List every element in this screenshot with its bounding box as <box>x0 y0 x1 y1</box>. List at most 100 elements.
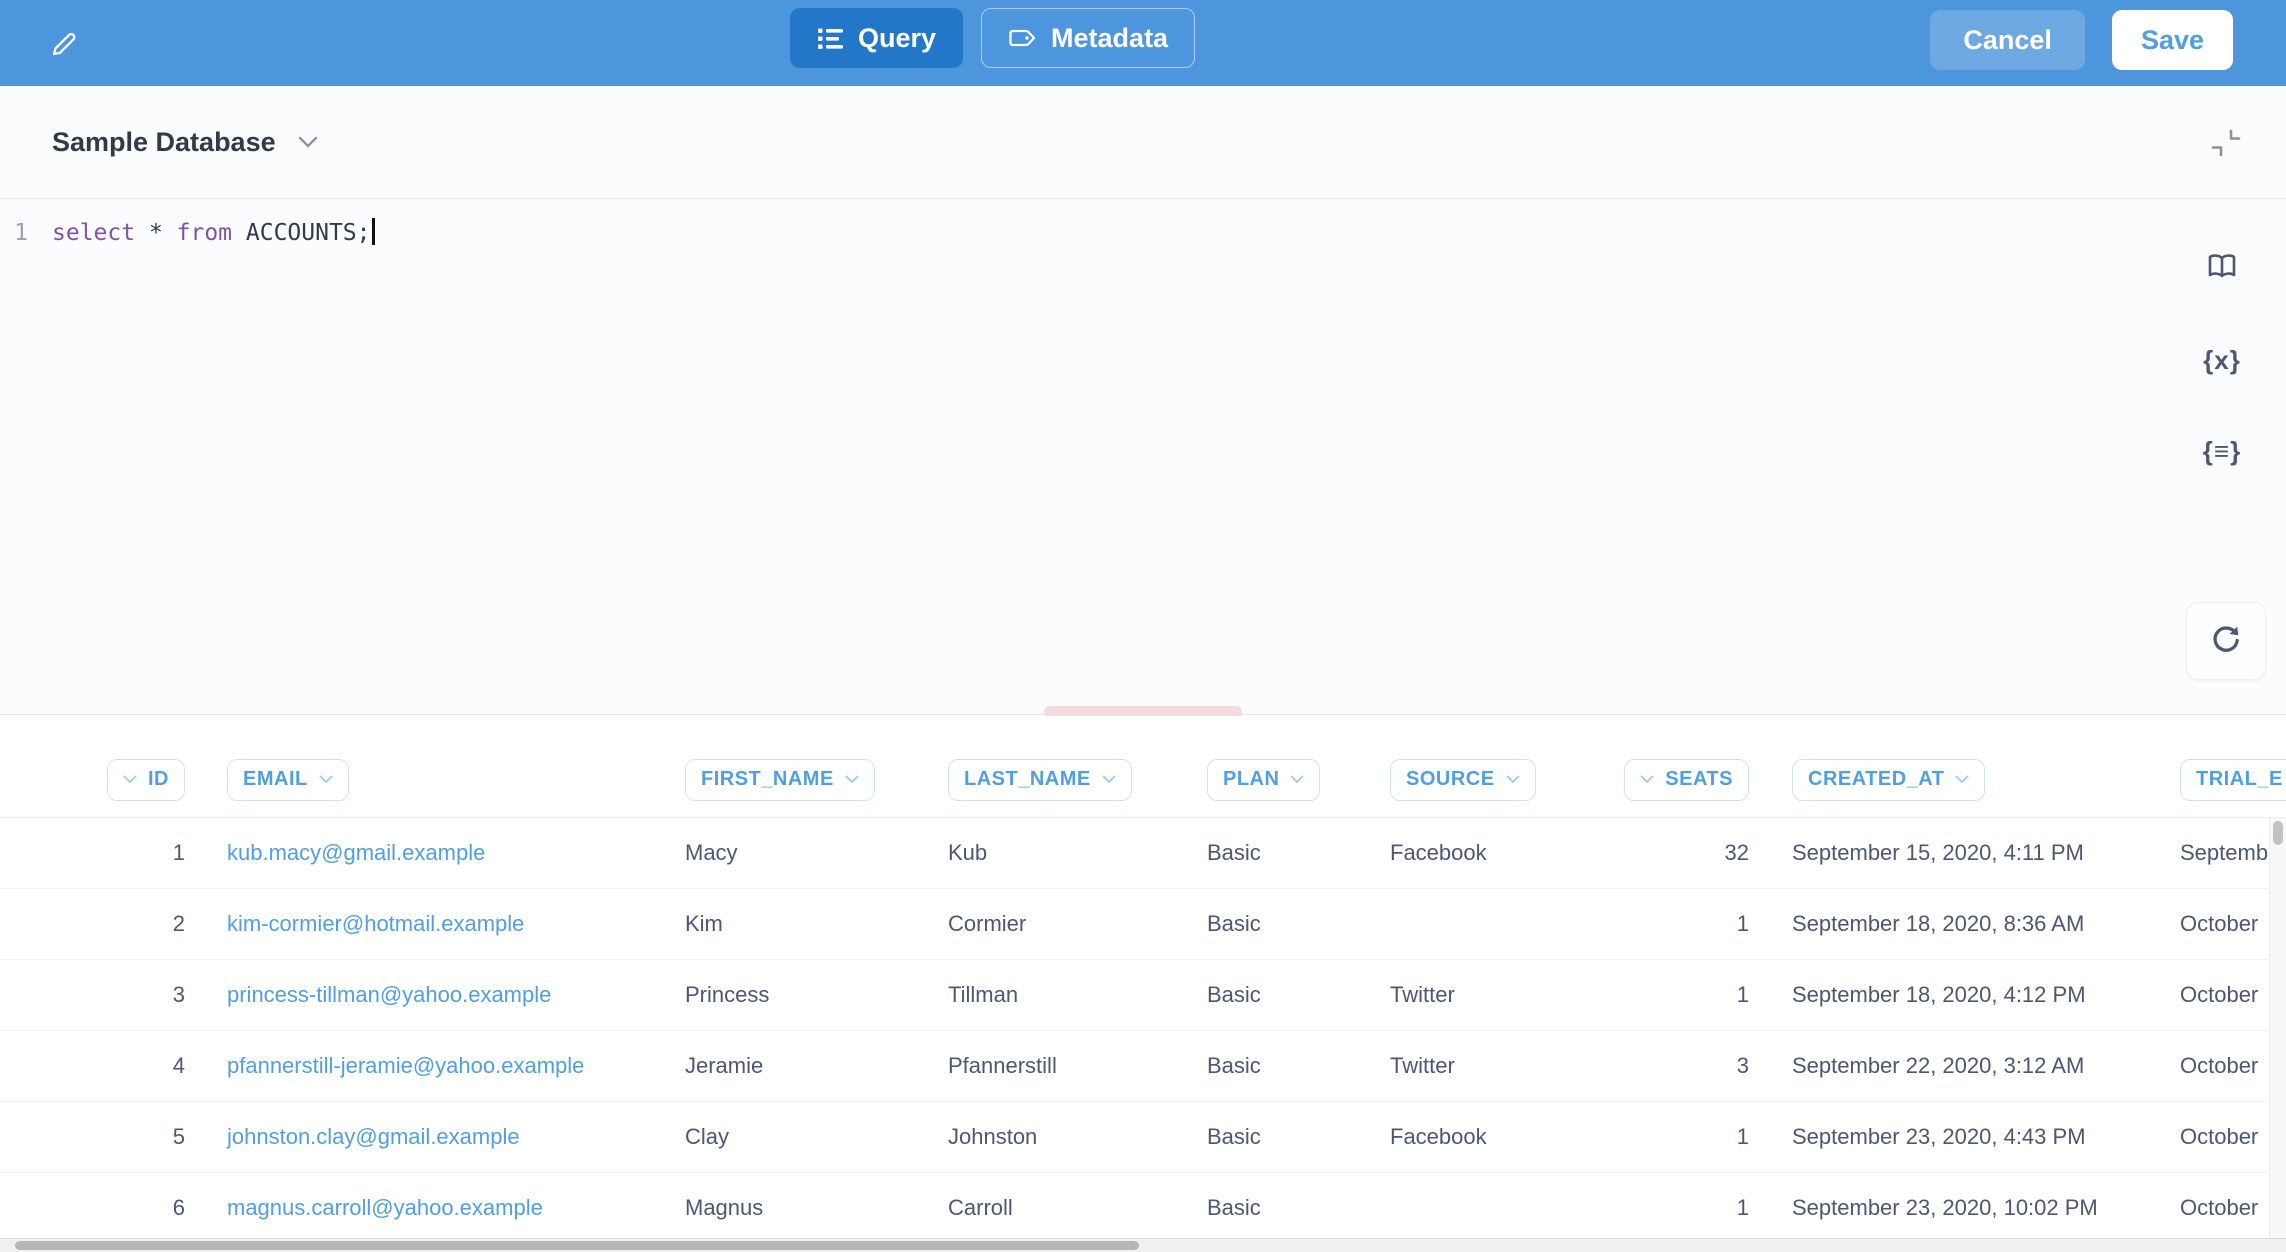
chevron-down-icon <box>1102 775 1116 784</box>
sql-editor[interactable]: 1 select * from ACCOUNTS; {x} {≡} <box>0 199 2286 714</box>
column-label: CREATED_AT <box>1808 768 1944 791</box>
cell-trial: Septemb <box>2180 840 2270 866</box>
tab-query[interactable]: Query <box>790 8 963 68</box>
column-header-seats[interactable]: SEATS <box>1624 759 1749 801</box>
cell-email[interactable]: kim-cormier@hotmail.example <box>227 911 685 937</box>
column-label: EMAIL <box>243 768 308 791</box>
header-cell-created_at: CREATED_AT <box>1792 759 2180 801</box>
cell-email[interactable]: pfannerstill-jeramie@yahoo.example <box>227 1053 685 1079</box>
cell-plan: Basic <box>1207 982 1390 1008</box>
cell-plan: Basic <box>1207 911 1390 937</box>
editor-mode-tabs: Query Metadata <box>790 8 1195 68</box>
cell-last_name: Cormier <box>948 911 1207 937</box>
save-button[interactable]: Save <box>2112 10 2233 70</box>
column-label: TRIAL_E <box>2196 768 2283 791</box>
data-reference-book-icon[interactable] <box>2202 249 2242 285</box>
sql-token-keyword: select <box>52 220 135 246</box>
cell-first_name: Kim <box>685 911 948 937</box>
sql-code-line[interactable]: select * from ACCOUNTS; <box>52 213 375 253</box>
variables-icon[interactable]: {x} <box>2202 342 2242 378</box>
vertical-scrollbar-thumb[interactable] <box>2273 821 2283 845</box>
cell-created_at: September 23, 2020, 10:02 PM <box>1792 1195 2180 1221</box>
cell-seats: 1 <box>1609 1124 1749 1150</box>
chevron-down-icon <box>1640 775 1654 784</box>
cell-id: 6 <box>60 1195 185 1221</box>
table-header-row: ID EMAIL FIRST_NAME LAST_NAME PLAN SOURCE SEAT… <box>0 716 2286 818</box>
cell-seats: 32 <box>1609 840 1749 866</box>
topbar: Query Metadata Cancel Save <box>0 0 2286 86</box>
chevron-down-icon <box>1955 775 1969 784</box>
cell-last_name: Tillman <box>948 982 1207 1008</box>
cell-last_name: Kub <box>948 840 1207 866</box>
header-cell-trial: TRIAL_E <box>2180 759 2286 801</box>
cell-email[interactable]: kub.macy@gmail.example <box>227 840 685 866</box>
cell-plan: Basic <box>1207 840 1390 866</box>
sql-token-keyword: from <box>177 220 232 246</box>
column-header-source[interactable]: SOURCE <box>1390 759 1536 801</box>
list-icon <box>817 26 844 51</box>
horizontal-scrollbar[interactable] <box>0 1238 2286 1252</box>
cancel-button[interactable]: Cancel <box>1930 10 2085 70</box>
cell-seats: 1 <box>1609 911 1749 937</box>
edit-name-pencil-icon[interactable] <box>48 28 78 58</box>
header-cell-seats: SEATS <box>1609 759 1749 801</box>
column-header-plan[interactable]: PLAN <box>1207 759 1320 801</box>
chevron-down-icon <box>1506 775 1520 784</box>
chevron-down-icon <box>845 775 859 784</box>
cell-first_name: Jeramie <box>685 1053 948 1079</box>
column-label: SOURCE <box>1406 768 1495 791</box>
cell-first_name: Magnus <box>685 1195 948 1221</box>
cell-id: 2 <box>60 911 185 937</box>
cell-trial: October <box>2180 1124 2270 1150</box>
tab-metadata-label: Metadata <box>1051 23 1168 54</box>
column-header-id[interactable]: ID <box>107 759 185 801</box>
cell-source: Twitter <box>1390 1053 1609 1079</box>
run-query-refresh-icon[interactable] <box>2186 602 2266 680</box>
cell-seats: 1 <box>1609 1195 1749 1221</box>
line-number: 1 <box>0 213 28 253</box>
header-cell-last_name: LAST_NAME <box>948 759 1207 801</box>
cell-first_name: Princess <box>685 982 948 1008</box>
database-selector[interactable]: Sample Database <box>52 86 318 198</box>
cell-email[interactable]: princess-tillman@yahoo.example <box>227 982 685 1008</box>
cell-last_name: Pfannerstill <box>948 1053 1207 1079</box>
chevron-down-icon <box>1290 775 1304 784</box>
table-row: 1kub.macy@gmail.exampleMacyKubBasicFaceb… <box>0 818 2270 889</box>
cell-id: 5 <box>60 1124 185 1150</box>
table-row: 4pfannerstill-jeramie@yahoo.exampleJeram… <box>0 1031 2270 1102</box>
cell-source: Twitter <box>1390 982 1609 1008</box>
header-cell-id: ID <box>60 759 185 801</box>
chevron-down-icon <box>298 136 318 148</box>
column-header-email[interactable]: EMAIL <box>227 759 349 801</box>
database-row: Sample Database <box>0 86 2286 199</box>
cell-email[interactable]: johnston.clay@gmail.example <box>227 1124 685 1150</box>
cell-trial: October <box>2180 1195 2270 1221</box>
snippets-icon[interactable]: {≡} <box>2202 433 2242 469</box>
vertical-scrollbar[interactable] <box>2269 818 2286 1239</box>
column-header-last_name[interactable]: LAST_NAME <box>948 759 1132 801</box>
tab-metadata[interactable]: Metadata <box>981 8 1195 68</box>
cell-plan: Basic <box>1207 1053 1390 1079</box>
cell-last_name: Carroll <box>948 1195 1207 1221</box>
column-header-created_at[interactable]: CREATED_AT <box>1792 759 1985 801</box>
header-cell-plan: PLAN <box>1207 759 1390 801</box>
table-body: 1kub.macy@gmail.exampleMacyKubBasicFaceb… <box>0 818 2270 1239</box>
cell-first_name: Clay <box>685 1124 948 1150</box>
header-cell-first_name: FIRST_NAME <box>685 759 948 801</box>
column-label: FIRST_NAME <box>701 768 834 791</box>
cell-trial: October <box>2180 982 2270 1008</box>
table-row: 3princess-tillman@yahoo.examplePrincessT… <box>0 960 2270 1031</box>
column-label: ID <box>148 768 169 791</box>
cell-email[interactable]: magnus.carroll@yahoo.example <box>227 1195 685 1221</box>
horizontal-scrollbar-thumb[interactable] <box>15 1241 1139 1250</box>
cell-seats: 1 <box>1609 982 1749 1008</box>
cell-last_name: Johnston <box>948 1124 1207 1150</box>
column-header-first_name[interactable]: FIRST_NAME <box>685 759 875 801</box>
column-header-trial[interactable]: TRIAL_E <box>2180 759 2286 801</box>
cell-trial: October <box>2180 1053 2270 1079</box>
sql-token-plain: * <box>135 220 177 246</box>
cell-created_at: September 23, 2020, 4:43 PM <box>1792 1124 2180 1150</box>
table-row: 6 magnus.carroll@yahoo.exampleMagnusCarro… <box>0 1173 2270 1239</box>
column-label: SEATS <box>1665 768 1733 791</box>
collapse-editor-icon[interactable] <box>2210 128 2242 160</box>
